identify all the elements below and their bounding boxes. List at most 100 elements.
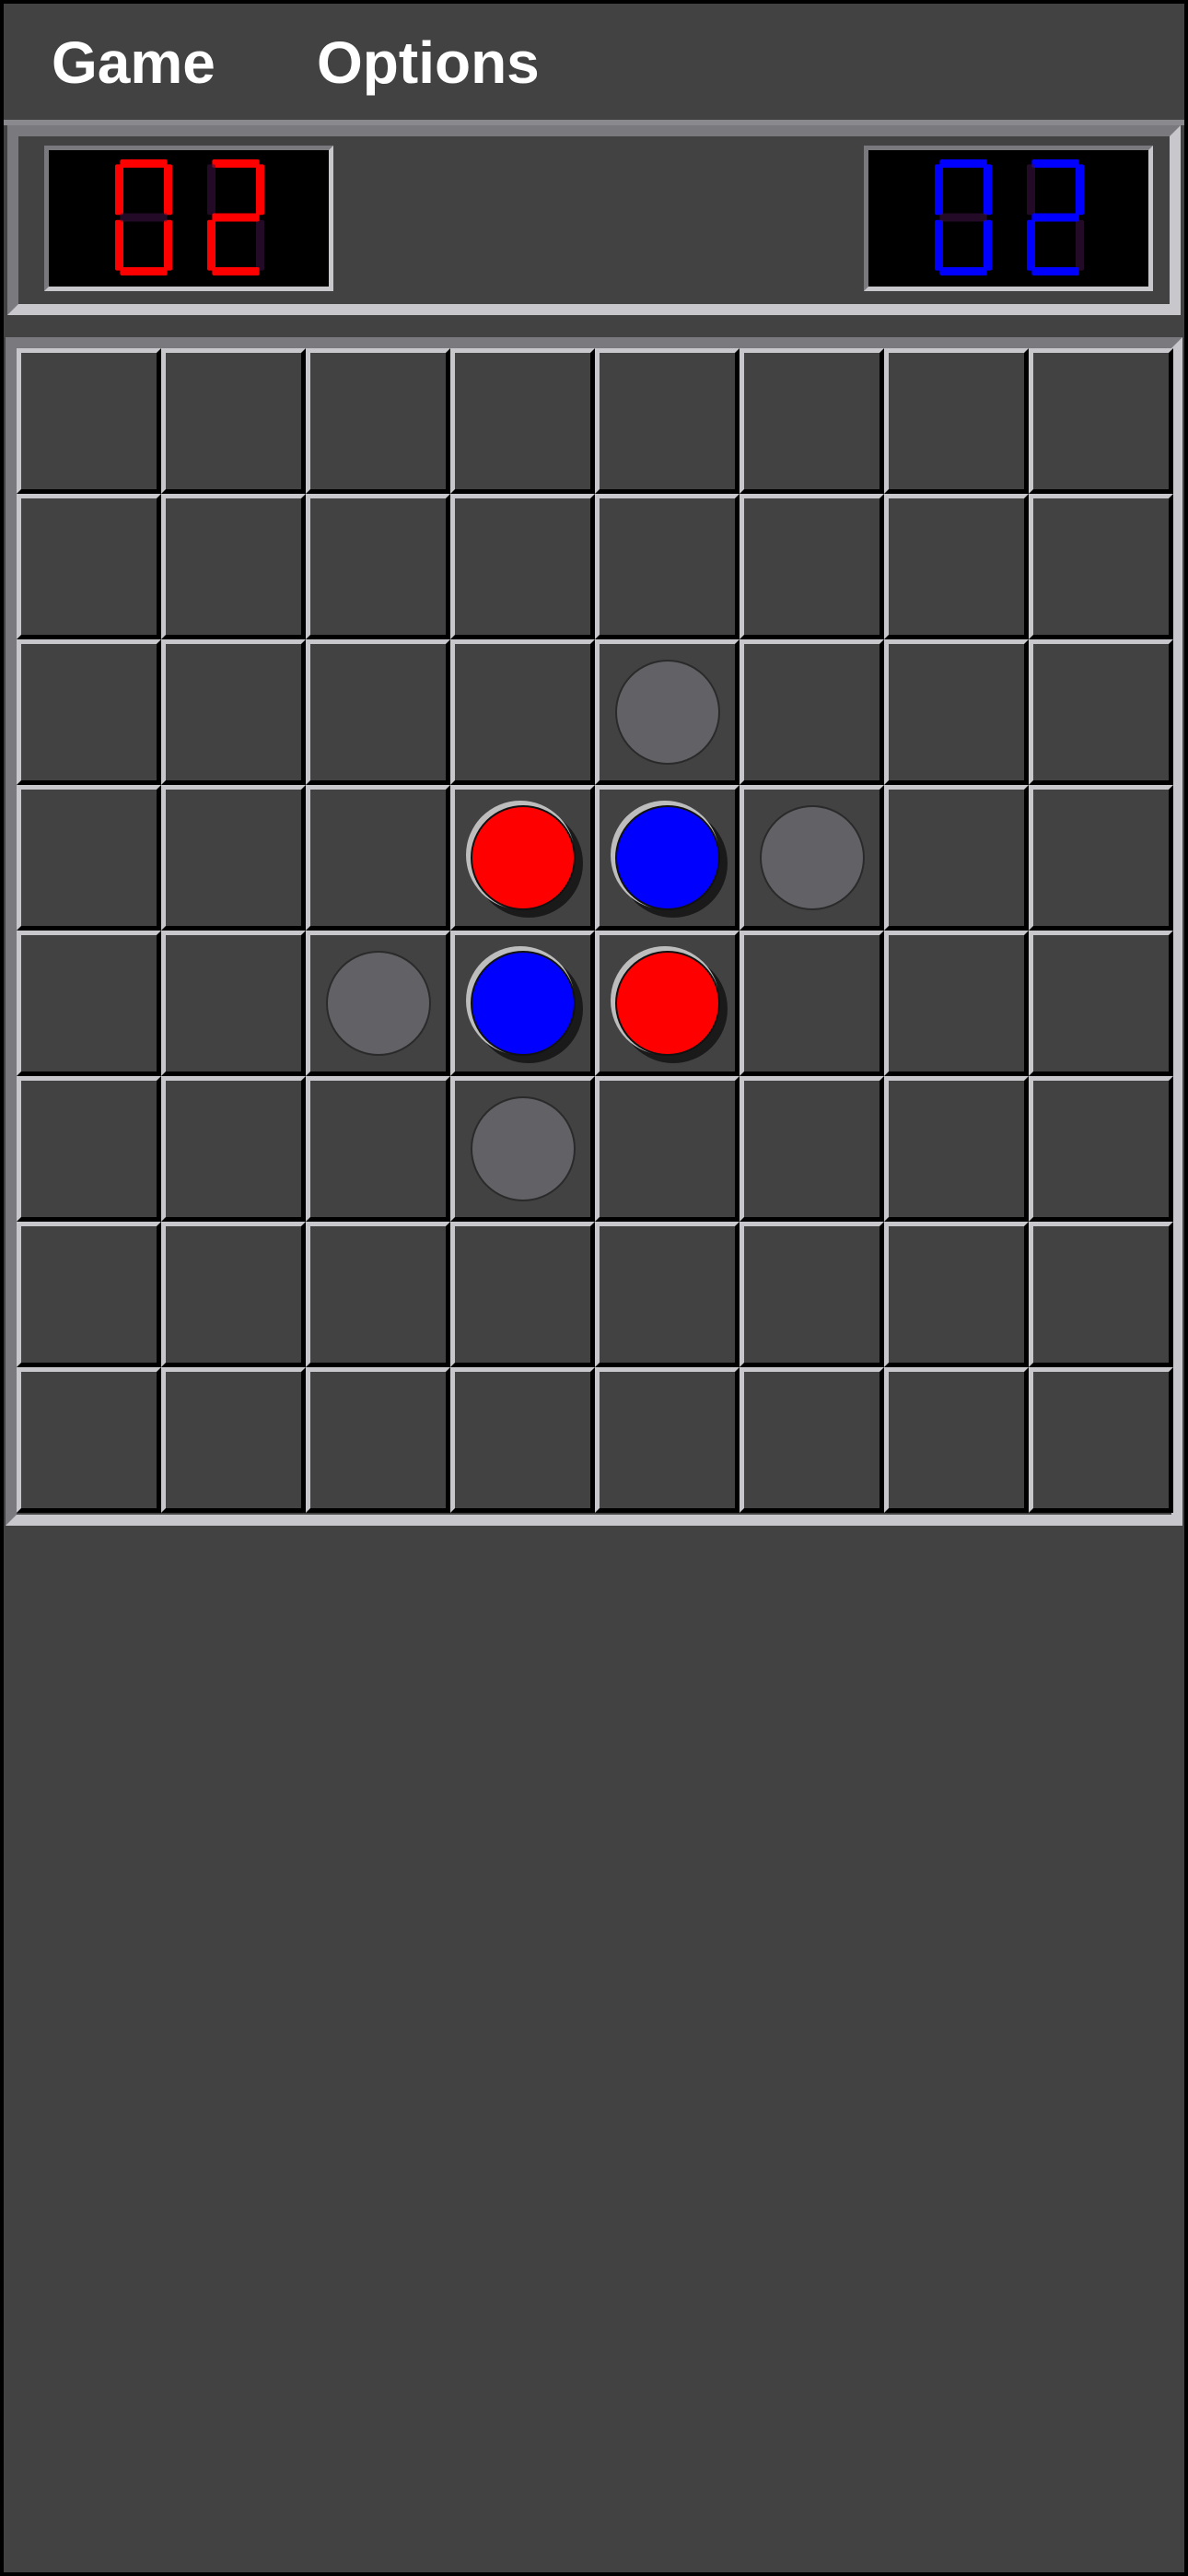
board-cell-r1-c0[interactable] xyxy=(17,494,161,639)
board-cell-r3-c0[interactable] xyxy=(17,785,161,931)
board-cell-r2-c4[interactable] xyxy=(595,639,740,785)
board-cell-r2-c2[interactable] xyxy=(306,639,450,785)
board-cell-r4-c3[interactable] xyxy=(450,931,595,1076)
board-cell-r7-c2[interactable] xyxy=(306,1367,450,1513)
blue-score-digit-1-segment-a xyxy=(939,159,987,168)
board-cell-r0-c0[interactable] xyxy=(17,348,161,494)
board-cell-r5-c6[interactable] xyxy=(884,1076,1029,1222)
board-cell-r2-c6[interactable] xyxy=(884,639,1029,785)
board-cell-r4-c1[interactable] xyxy=(161,931,306,1076)
board-cell-r0-c3[interactable] xyxy=(450,348,595,494)
board-cell-r5-c1[interactable] xyxy=(161,1076,306,1222)
board-cell-r0-c5[interactable] xyxy=(740,348,884,494)
board-cell-r3-c3[interactable] xyxy=(450,785,595,931)
blue-score-digit-2-segment-c xyxy=(1076,219,1084,271)
blue-score-digit-2-segment-a xyxy=(1031,159,1079,168)
board-cell-r4-c4[interactable] xyxy=(595,931,740,1076)
blue-score-digit-2-segment-g xyxy=(1031,213,1079,222)
red-score-digit-2-segment-d xyxy=(212,267,260,275)
board-cell-r7-c5[interactable] xyxy=(740,1367,884,1513)
board-cell-r6-c7[interactable] xyxy=(1029,1222,1173,1367)
board-cell-r1-c6[interactable] xyxy=(884,494,1029,639)
board-cell-r3-c5[interactable] xyxy=(740,785,884,931)
board-cell-r7-c6[interactable] xyxy=(884,1367,1029,1513)
menu-game[interactable]: Game xyxy=(52,28,215,98)
board-cell-r0-c7[interactable] xyxy=(1029,348,1173,494)
board-cell-r7-c0[interactable] xyxy=(17,1367,161,1513)
board-cell-r6-c1[interactable] xyxy=(161,1222,306,1367)
board-cell-r5-c7[interactable] xyxy=(1029,1076,1173,1222)
board-cell-r3-c7[interactable] xyxy=(1029,785,1173,931)
board-cell-r3-c1[interactable] xyxy=(161,785,306,931)
board-cell-r4-c5[interactable] xyxy=(740,931,884,1076)
board-cell-r5-c5[interactable] xyxy=(740,1076,884,1222)
red-score-digit-1-segment-a xyxy=(120,159,168,168)
board-cell-r6-c3[interactable] xyxy=(450,1222,595,1367)
blue-score-digit-2-segment-e xyxy=(1027,219,1035,271)
red-score-digit-2-segment-b xyxy=(256,164,264,216)
board-cell-r0-c6[interactable] xyxy=(884,348,1029,494)
board-cell-r5-c4[interactable] xyxy=(595,1076,740,1222)
board-cell-r7-c4[interactable] xyxy=(595,1367,740,1513)
board-cell-r7-c1[interactable] xyxy=(161,1367,306,1513)
board-cell-r2-c1[interactable] xyxy=(161,639,306,785)
red-score-digit-2-segment-c xyxy=(256,219,264,271)
board-cell-r2-c3[interactable] xyxy=(450,639,595,785)
board-cell-r2-c5[interactable] xyxy=(740,639,884,785)
board-cell-r1-c3[interactable] xyxy=(450,494,595,639)
red-score-digits xyxy=(115,159,264,275)
game-window: Game Options xyxy=(4,4,1184,2572)
blue-score-digit-1-segment-f xyxy=(935,164,943,216)
board-cell-r7-c3[interactable] xyxy=(450,1367,595,1513)
board-cell-r0-c1[interactable] xyxy=(161,348,306,494)
board-cell-r5-c2[interactable] xyxy=(306,1076,450,1222)
board-cell-r6-c2[interactable] xyxy=(306,1222,450,1367)
valid-move-marker[interactable] xyxy=(760,805,865,910)
board-cell-r2-c0[interactable] xyxy=(17,639,161,785)
valid-move-marker[interactable] xyxy=(326,951,431,1056)
board-cell-r1-c7[interactable] xyxy=(1029,494,1173,639)
red-piece xyxy=(471,805,576,910)
blue-score-digit-1-segment-c xyxy=(984,219,992,271)
red-score-digit-1-segment-c xyxy=(164,219,172,271)
red-score-digit-2-segment-g xyxy=(212,213,260,222)
blue-score-digit-2-segment-b xyxy=(1076,164,1084,216)
valid-move-marker[interactable] xyxy=(471,1096,576,1201)
board-cell-r7-c7[interactable] xyxy=(1029,1367,1173,1513)
red-score-counter xyxy=(44,146,333,291)
board-cell-r1-c4[interactable] xyxy=(595,494,740,639)
menu-options[interactable]: Options xyxy=(317,28,540,98)
board-cell-r6-c5[interactable] xyxy=(740,1222,884,1367)
board-cell-r5-c0[interactable] xyxy=(17,1076,161,1222)
red-score-digit-1-segment-d xyxy=(120,267,168,275)
board-cell-r6-c4[interactable] xyxy=(595,1222,740,1367)
blue-score-digit-1-segment-e xyxy=(935,219,943,271)
menu-bar: Game Options xyxy=(4,4,1184,125)
board-cell-r1-c2[interactable] xyxy=(306,494,450,639)
red-piece xyxy=(615,951,720,1056)
board-cell-r1-c5[interactable] xyxy=(740,494,884,639)
board-cell-r1-c1[interactable] xyxy=(161,494,306,639)
board-cell-r5-c3[interactable] xyxy=(450,1076,595,1222)
red-score-digit-2-segment-a xyxy=(212,159,260,168)
board-cell-r4-c0[interactable] xyxy=(17,931,161,1076)
board-cell-r6-c6[interactable] xyxy=(884,1222,1029,1367)
board-cell-r0-c2[interactable] xyxy=(306,348,450,494)
board-cell-r6-c0[interactable] xyxy=(17,1222,161,1367)
board-cell-r2-c7[interactable] xyxy=(1029,639,1173,785)
red-score-digit-1-segment-b xyxy=(164,164,172,216)
board-cell-r3-c4[interactable] xyxy=(595,785,740,931)
board-cell-r4-c6[interactable] xyxy=(884,931,1029,1076)
valid-move-marker[interactable] xyxy=(615,660,720,765)
blue-score-digit-1-segment-b xyxy=(984,164,992,216)
board-cell-r4-c7[interactable] xyxy=(1029,931,1173,1076)
blue-piece xyxy=(471,951,576,1056)
blue-score-digit-1-segment-g xyxy=(939,213,987,222)
board-cell-r0-c4[interactable] xyxy=(595,348,740,494)
board-cell-r3-c6[interactable] xyxy=(884,785,1029,931)
board-cell-r4-c2[interactable] xyxy=(306,931,450,1076)
red-score-digit-1-segment-e xyxy=(115,219,123,271)
blue-score-digits xyxy=(935,159,1084,275)
blue-score-digit-1-segment-d xyxy=(939,267,987,275)
board-cell-r3-c2[interactable] xyxy=(306,785,450,931)
